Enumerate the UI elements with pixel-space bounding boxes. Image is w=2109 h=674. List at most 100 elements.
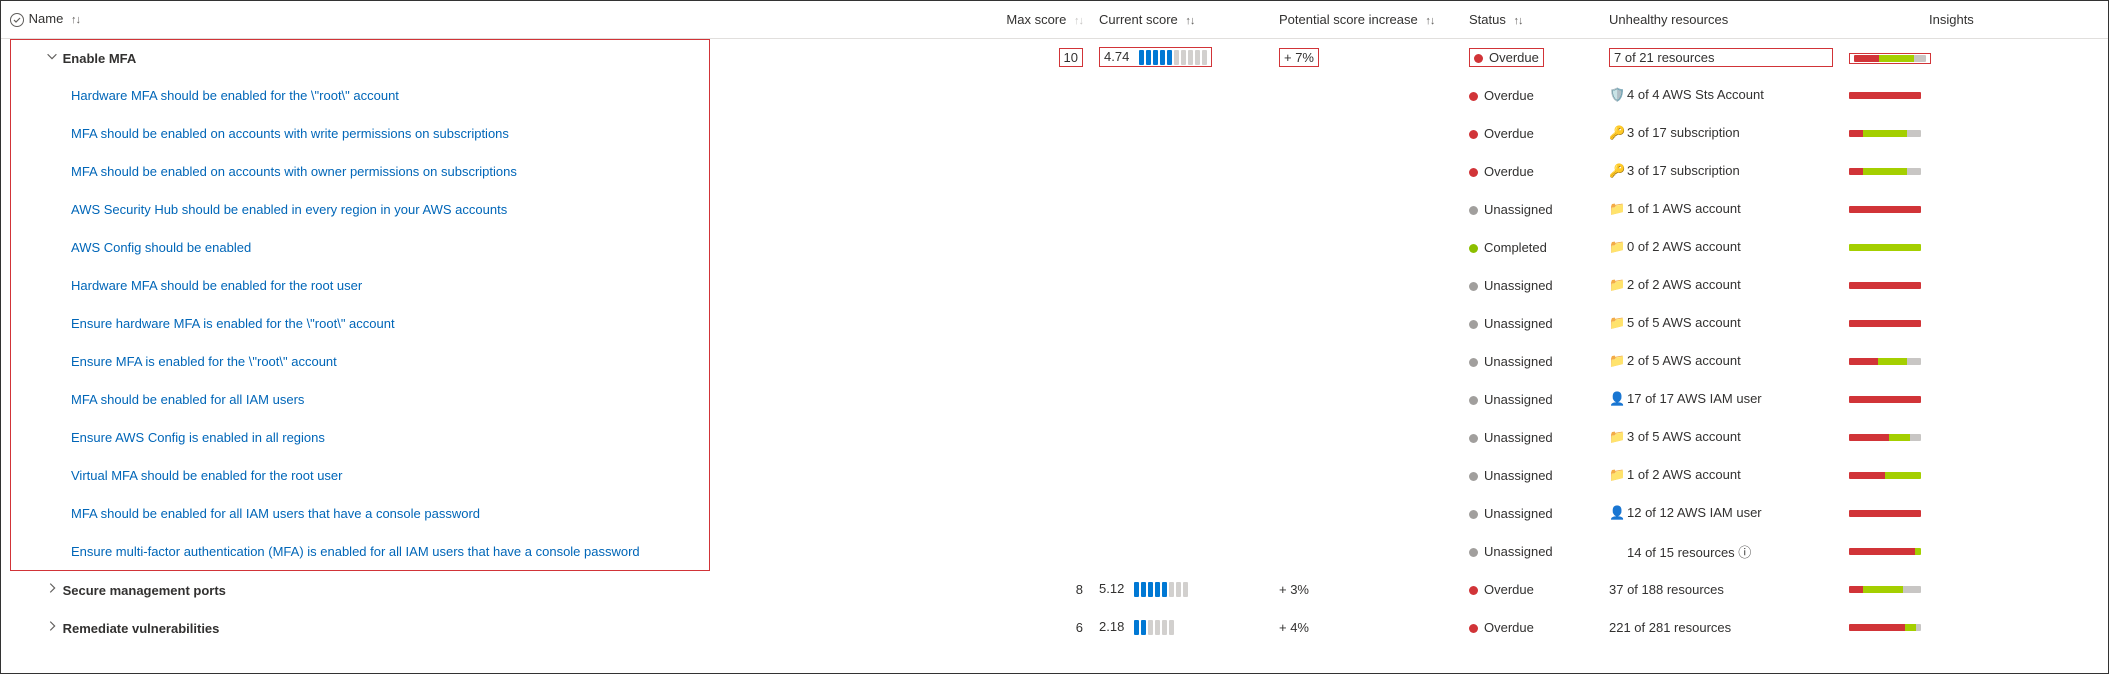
resource-type-icon: 👤 xyxy=(1609,505,1623,521)
recommendation-row[interactable]: Ensure MFA is enabled for the \"root\" a… xyxy=(1,342,981,380)
col-header-status[interactable]: Status xyxy=(1469,12,1506,27)
status-dot xyxy=(1469,168,1478,177)
recommendation-row[interactable]: Virtual MFA should be enabled for the ro… xyxy=(1,456,981,494)
recommendation-link[interactable]: Hardware MFA should be enabled for the \… xyxy=(71,88,399,103)
group-row-ports[interactable]: Secure management ports xyxy=(1,570,981,608)
status-dot xyxy=(1469,320,1478,329)
sort-icon[interactable]: ↑↓ xyxy=(1513,15,1522,27)
resource-type-icon: 📁 xyxy=(1609,429,1623,445)
recommendation-link[interactable]: AWS Config should be enabled xyxy=(71,240,251,255)
health-bar xyxy=(1849,206,1921,213)
status-dot xyxy=(1469,282,1478,291)
resource-type-icon: 🛡️ xyxy=(1609,87,1623,103)
recommendation-row[interactable]: Hardware MFA should be enabled for the \… xyxy=(1,76,981,114)
col-header-unhealthy[interactable]: Unhealthy resources xyxy=(1609,12,1728,27)
sort-icon[interactable]: ↑↓ xyxy=(1074,15,1083,27)
recommendation-link[interactable]: Virtual MFA should be enabled for the ro… xyxy=(71,468,342,483)
status-cell: Unassigned xyxy=(1461,266,1601,304)
unhealthy-cell: 14 of 15 resources ⓘ xyxy=(1601,532,1841,570)
sort-icon[interactable]: ↑↓ xyxy=(1425,15,1434,27)
unhealthy-cell: 📁3 of 5 AWS account xyxy=(1601,418,1841,456)
recommendation-link[interactable]: Ensure AWS Config is enabled in all regi… xyxy=(71,430,325,445)
status-dot xyxy=(1474,54,1483,63)
status-cell: Unassigned xyxy=(1461,190,1601,228)
max-score: 6 xyxy=(981,608,1091,646)
score-ticks xyxy=(1134,582,1188,597)
unhealthy-cell: 37 of 188 resources xyxy=(1601,570,1841,608)
resource-type-icon: 👤 xyxy=(1609,391,1623,407)
chevron-right-icon[interactable] xyxy=(45,619,59,633)
recommendation-link[interactable]: Hardware MFA should be enabled for the r… xyxy=(71,278,362,293)
max-score: 8 xyxy=(981,570,1091,608)
resource-type-icon: 📁 xyxy=(1609,239,1623,255)
health-bar xyxy=(1849,434,1921,441)
health-bar xyxy=(1849,586,1921,593)
bar-cell xyxy=(1841,228,1921,266)
recommendation-link[interactable]: AWS Security Hub should be enabled in ev… xyxy=(71,202,507,217)
col-header-current[interactable]: Current score xyxy=(1099,12,1178,27)
recommendation-row[interactable]: MFA should be enabled for all IAM users … xyxy=(1,494,981,532)
recommendation-row[interactable]: Ensure AWS Config is enabled in all regi… xyxy=(1,418,981,456)
recommendation-link[interactable]: MFA should be enabled on accounts with o… xyxy=(71,164,517,179)
potential-increase: + 3% xyxy=(1271,570,1461,608)
resource-type-icon: 📁 xyxy=(1609,467,1623,483)
group-row-remed[interactable]: Remediate vulnerabilities xyxy=(1,608,981,646)
recommendation-link[interactable]: Ensure hardware MFA is enabled for the \… xyxy=(71,316,395,331)
recommendation-row[interactable]: MFA should be enabled on accounts with o… xyxy=(1,152,981,190)
health-bar xyxy=(1854,55,1926,62)
recommendation-link[interactable]: MFA should be enabled on accounts with w… xyxy=(71,126,509,141)
health-bar xyxy=(1849,472,1921,479)
max-score: 10 xyxy=(981,38,1091,76)
recommendation-link[interactable]: MFA should be enabled for all IAM users … xyxy=(71,506,480,521)
unhealthy-cell: 📁5 of 5 AWS account xyxy=(1601,304,1841,342)
col-header-name[interactable]: Name xyxy=(29,11,64,26)
recommendation-link[interactable]: Ensure multi-factor authentication (MFA)… xyxy=(71,544,640,559)
sort-icon[interactable]: ↑↓ xyxy=(1185,15,1194,27)
sort-icon[interactable]: ↑↓ xyxy=(71,14,80,26)
recommendation-row[interactable]: Ensure hardware MFA is enabled for the \… xyxy=(1,304,981,342)
score-ticks xyxy=(1134,620,1174,635)
bar-cell xyxy=(1841,380,1921,418)
recommendation-row[interactable]: MFA should be enabled for all IAM users xyxy=(1,380,981,418)
bar-cell xyxy=(1841,152,1921,190)
chevron-right-icon[interactable] xyxy=(45,581,59,595)
status-cell: Unassigned xyxy=(1461,532,1601,570)
col-header-max[interactable]: Max score xyxy=(1006,12,1066,27)
recommendation-row[interactable]: AWS Config should be enabled xyxy=(1,228,981,266)
bar-cell xyxy=(1841,532,1921,570)
unhealthy-cell: 🔑3 of 17 subscription xyxy=(1601,114,1841,152)
group-row-mfa[interactable]: Enable MFA xyxy=(1,38,981,76)
bar-cell xyxy=(1841,76,1921,114)
status-cell: Unassigned xyxy=(1461,418,1601,456)
recommendation-row[interactable]: MFA should be enabled on accounts with w… xyxy=(1,114,981,152)
current-score: 5.12 xyxy=(1091,570,1271,608)
status-cell: Completed xyxy=(1461,228,1601,266)
status-cell: Unassigned xyxy=(1461,494,1601,532)
bar-cell xyxy=(1841,418,1921,456)
resource-type-icon: 📁 xyxy=(1609,315,1623,331)
bar-cell xyxy=(1841,494,1921,532)
bar-cell xyxy=(1841,190,1921,228)
status-cell: Overdue xyxy=(1461,114,1601,152)
recommendation-row[interactable]: Ensure multi-factor authentication (MFA)… xyxy=(1,532,981,570)
health-bar xyxy=(1849,510,1921,517)
unhealthy-cell: 📁1 of 2 AWS account xyxy=(1601,456,1841,494)
bar-cell xyxy=(1841,608,1921,646)
unhealthy-cell: 📁2 of 2 AWS account xyxy=(1601,266,1841,304)
unhealthy-cell: 7 of 21 resources xyxy=(1601,38,1841,76)
chevron-down-icon[interactable] xyxy=(45,49,59,63)
recommendation-link[interactable]: Ensure MFA is enabled for the \"root\" a… xyxy=(71,354,337,369)
bar-cell xyxy=(1841,114,1921,152)
unhealthy-cell: 📁1 of 1 AWS account xyxy=(1601,190,1841,228)
bar-cell xyxy=(1841,570,1921,608)
col-header-potential[interactable]: Potential score increase xyxy=(1279,12,1418,27)
bar-cell xyxy=(1841,456,1921,494)
recommendation-row[interactable]: AWS Security Hub should be enabled in ev… xyxy=(1,190,981,228)
recommendation-link[interactable]: MFA should be enabled for all IAM users xyxy=(71,392,304,407)
status-cell: Overdue xyxy=(1461,608,1601,646)
health-bar xyxy=(1849,358,1921,365)
select-all-toggle[interactable] xyxy=(9,11,29,26)
security-recommendations-table[interactable]: Name ↑↓ Max score ↑↓ Current score ↑↓ Po… xyxy=(1,1,2108,673)
col-header-insights[interactable]: Insights xyxy=(1929,12,1974,27)
recommendation-row[interactable]: Hardware MFA should be enabled for the r… xyxy=(1,266,981,304)
